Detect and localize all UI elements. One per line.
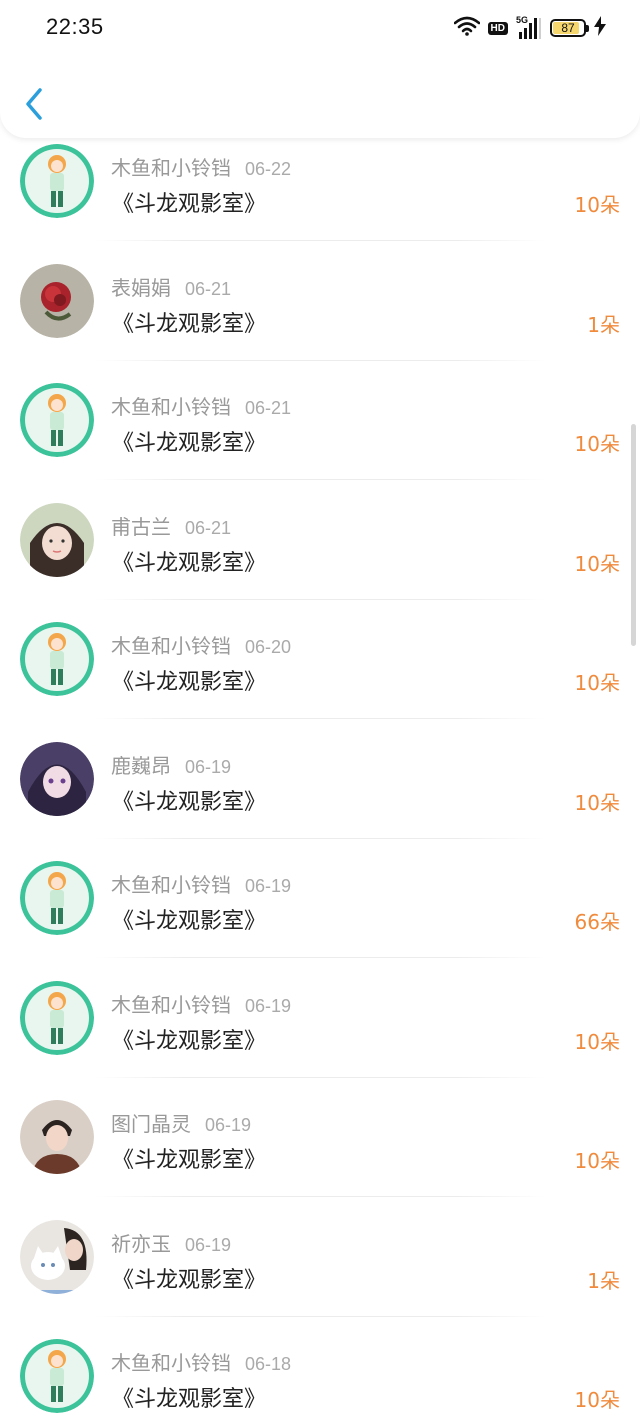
sender-name-line: 祈亦玉 06-19 (111, 1228, 231, 1257)
sender-name: 木鱼和小铃铛 (111, 634, 231, 658)
work-title[interactable]: 《斗龙观影室》 (112, 784, 266, 816)
work-title[interactable]: 《斗龙观影室》 (112, 1262, 266, 1294)
flower-amount: 10朵 (574, 193, 620, 217)
flower-amount: 10朵 (574, 551, 620, 576)
sender-name: 表娟娟 (111, 275, 171, 300)
list-item[interactable]: 图门晶灵 06-19 《斗龙观影室》 10朵 (0, 1078, 640, 1198)
anime-girl-avatar[interactable] (20, 383, 94, 457)
flower-amount: 10朵 (574, 1029, 620, 1054)
list-item[interactable]: 鹿巍昂 06-19 《斗龙观影室》 10朵 (0, 720, 640, 840)
flower-amount: 10朵 (574, 1388, 620, 1412)
send-date: 06-21 (245, 398, 292, 418)
list-item[interactable]: 表娟娟 06-21 《斗龙观影室》 1朵 (0, 242, 640, 362)
sender-name-line: 图门晶灵 06-19 (111, 1108, 251, 1137)
sender-name: 木鱼和小铃铛 (111, 395, 231, 419)
man-photo-avatar[interactable] (20, 1100, 94, 1174)
sender-name-line: 木鱼和小铃铛 06-19 (111, 869, 291, 898)
send-date: 06-19 (185, 1234, 232, 1255)
send-date: 06-19 (205, 1115, 252, 1135)
purple-anime-avatar[interactable] (20, 741, 94, 816)
send-date: 06-22 (245, 159, 292, 179)
sender-name: 鹿巍昂 (111, 753, 171, 778)
send-date: 06-19 (245, 876, 292, 896)
list-item[interactable]: 木鱼和小铃铛 06-21 《斗龙观影室》 10朵 (0, 361, 640, 481)
work-title[interactable]: 《斗龙观影室》 (112, 1142, 266, 1174)
sender-name: 祈亦玉 (111, 1231, 171, 1256)
back-button[interactable] (20, 82, 60, 126)
scrollbar[interactable] (631, 424, 636, 646)
flower-amount: 66朵 (574, 910, 620, 934)
cat-photo-avatar[interactable] (20, 1219, 94, 1294)
list-item[interactable]: 木鱼和小铃铛 06-20 《斗龙观影室》 10朵 (0, 600, 640, 720)
send-date: 06-20 (245, 637, 292, 657)
sender-name: 木鱼和小铃铛 (111, 873, 231, 897)
work-title[interactable]: 《斗龙观影室》 (112, 306, 266, 338)
red-rose-avatar[interactable] (20, 263, 94, 338)
sender-name: 甫古兰 (111, 514, 171, 539)
list-item[interactable]: 祈亦玉 06-19 《斗龙观影室》 1朵 (0, 1198, 640, 1318)
work-title[interactable]: 《斗龙观影室》 (112, 903, 266, 935)
hd-icon: HD (487, 21, 508, 35)
anime-girl-avatar[interactable] (20, 1339, 94, 1413)
sender-name: 木鱼和小铃铛 (111, 156, 231, 180)
sender-name-line: 表娟娟 06-21 (111, 272, 231, 301)
flower-amount: 1朵 (587, 1268, 620, 1293)
sender-name-line: 木鱼和小铃铛 06-21 (111, 391, 291, 420)
list-item[interactable]: 木鱼和小铃铛 06-19 《斗龙观影室》 10朵 (0, 959, 640, 1079)
work-title[interactable]: 《斗龙观影室》 (112, 186, 266, 218)
list-item[interactable]: 木鱼和小铃铛 06-18 《斗龙观影室》 10朵 (0, 1317, 640, 1422)
chevron-left-icon (20, 88, 60, 130)
flower-amount: 10朵 (574, 1149, 620, 1173)
flower-amount: 10朵 (574, 671, 620, 695)
send-date: 06-19 (185, 756, 232, 777)
signal-5g-icon: 5G (516, 15, 542, 39)
flower-amount: 10朵 (574, 790, 620, 815)
screen: 木鱼和小铃铛 06-22 《斗龙观影室》 10朵 表娟娟 06-21 《斗龙观影室》… (0, 0, 640, 1422)
wifi-icon (453, 16, 480, 40)
battery-level: 87 (561, 21, 575, 35)
work-title[interactable]: 《斗龙观影室》 (112, 425, 266, 457)
flower-amount: 10朵 (574, 432, 620, 456)
send-date: 06-21 (185, 278, 232, 299)
send-date: 06-19 (245, 995, 292, 1016)
work-title[interactable]: 《斗龙观影室》 (112, 545, 266, 577)
battery-icon: 87 (550, 19, 589, 37)
status-time: 22:35 (46, 14, 104, 39)
sender-name: 木鱼和小铃铛 (111, 992, 231, 1017)
sender-name-line: 木鱼和小铃铛 06-19 (111, 989, 291, 1018)
sender-name-line: 鹿巍昂 06-19 (111, 750, 231, 779)
list-item[interactable]: 甫古兰 06-21 《斗龙观影室》 10朵 (0, 481, 640, 601)
send-date: 06-18 (245, 1354, 292, 1374)
work-title[interactable]: 《斗龙观影室》 (112, 1023, 266, 1055)
charging-bolt-icon (594, 16, 606, 40)
anime-girl-avatar[interactable] (20, 861, 94, 935)
girl-photo-avatar[interactable] (20, 502, 94, 577)
flower-amount: 1朵 (587, 312, 620, 337)
status-icons: HD 5G 87 (453, 15, 606, 40)
anime-girl-avatar[interactable] (20, 622, 94, 696)
anime-girl-avatar[interactable] (20, 144, 94, 218)
sender-name-line: 木鱼和小铃铛 06-22 (111, 152, 291, 181)
list-item[interactable]: 木鱼和小铃铛 06-22 《斗龙观影室》 10朵 (0, 122, 640, 242)
anime-girl-avatar[interactable] (20, 980, 94, 1055)
sender-name-line: 木鱼和小铃铛 06-18 (111, 1347, 291, 1376)
work-title[interactable]: 《斗龙观影室》 (112, 664, 266, 696)
list-item[interactable]: 木鱼和小铃铛 06-19 《斗龙观影室》 66朵 (0, 839, 640, 959)
sender-name-line: 甫古兰 06-21 (111, 511, 231, 540)
top-header: 22:35 HD 5G 87 (0, 0, 640, 138)
work-title[interactable]: 《斗龙观影室》 (112, 1381, 266, 1413)
sender-name: 木鱼和小铃铛 (111, 1351, 231, 1375)
sender-name-line: 木鱼和小铃铛 06-20 (111, 630, 291, 659)
send-date: 06-21 (185, 517, 232, 538)
sender-name: 图门晶灵 (111, 1112, 191, 1136)
